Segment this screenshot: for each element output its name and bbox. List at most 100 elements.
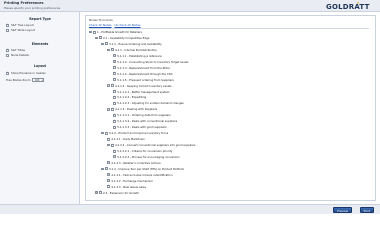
collapse-icon[interactable]: -: [95, 36, 98, 40]
tree-node[interactable]: - ✓ 3.1.2 - Product and Improve Inventory …: [101, 131, 168, 135]
layout-option[interactable]: ✓ Show filename in header: [6, 71, 46, 75]
collapse-icon[interactable]: -: [89, 30, 92, 34]
node-label: 4.1.2.2 - Convert conventional suppliers…: [114, 143, 196, 148]
tree-node[interactable]: - ✓ 1 - Profitable Growth for Retailers: [89, 30, 142, 34]
check-all-link[interactable]: Check All Nodes: [89, 23, 112, 27]
collapse-icon[interactable]: -: [101, 131, 104, 135]
node-label: 5.1.1.1 - Establishing a reference: [117, 53, 162, 58]
option-label: S&T Wide Layout: [11, 28, 35, 32]
node-label: 5.1.1.5 - Frequent ordering from Supplie…: [117, 77, 174, 82]
report-type-option[interactable]: ✓ S&T Tree Layout: [6, 23, 34, 27]
collapse-icon[interactable]: -: [107, 84, 110, 87]
radio-tree-layout[interactable]: ✓: [6, 23, 9, 27]
tree-node[interactable]: ✓ 5.1.2.2.1 - Criteria for conversion pri…: [113, 149, 172, 153]
zoom-select[interactable]: 100 ▾: [32, 78, 45, 82]
collapse-icon[interactable]: -: [107, 48, 110, 52]
tree-node[interactable]: - ✓ 4.1.1.3 - Dealing with Suppliers: [107, 107, 157, 111]
zoom-label: Tree Nodes Zoom: [6, 78, 31, 82]
elements-title: Elements: [31, 42, 49, 46]
tree-node[interactable]: - ✓ 4.1.1 - Internal Pull Distribution: [107, 48, 157, 52]
node-checkbox[interactable]: ✓: [113, 119, 116, 123]
checkbox-show-filename[interactable]: ✓: [6, 71, 9, 75]
checkbox-titles[interactable]: ✓: [6, 48, 9, 52]
collapse-icon[interactable]: -: [107, 108, 110, 111]
node-checkbox[interactable]: ✓: [104, 167, 108, 171]
node-checkbox[interactable]: ✓: [113, 101, 116, 105]
tree-node[interactable]: ✓ 5.1.1.2.2 - Expediting: [113, 95, 146, 99]
tree-node[interactable]: - ✓ 3.1.1 - Ensure Ordering and Availabili…: [101, 42, 162, 46]
node-checkbox[interactable]: ✓: [107, 185, 110, 189]
radio-wide-layout[interactable]: [6, 28, 9, 32]
preview-button[interactable]: Preview: [333, 207, 352, 213]
tree-node[interactable]: ✓ 5.1.1.2.3 - Adjusting for sudden demand…: [113, 101, 184, 105]
node-label: 4.1.2.1 - Daily Markdown: [111, 137, 145, 142]
node-checkbox[interactable]: ✓: [113, 54, 116, 58]
node-checkbox[interactable]: ✓: [113, 60, 116, 64]
node-label: 1 - Profitable Growth for Retailers: [96, 30, 142, 34]
option-label: Show filename in header: [11, 71, 46, 75]
tree-node[interactable]: ✓ 5.1.1.4 - Replenishment through the CDC: [113, 72, 173, 76]
elements-option[interactable]: ✓ S&T Titles: [6, 48, 25, 52]
node-checkbox[interactable]: ✓: [110, 143, 114, 147]
tree-node[interactable]: ✓ 4.1.3.3 - New issues sales: [107, 185, 146, 189]
tree-node[interactable]: ✓ 5.1.1.2.1 - Buffer management system: [113, 90, 169, 94]
tree-node[interactable]: ✓ 4.1.3.1 - Fast and slow movers indentif…: [107, 173, 172, 177]
report-type-title: Report Type: [29, 17, 51, 21]
main-panel: Nodes To Include Check All Nodes Uncheck…: [80, 12, 380, 204]
node-checkbox[interactable]: ✓: [104, 42, 108, 46]
node-checkbox[interactable]: ✓: [113, 90, 116, 93]
node-label: 5.1.1.3 - Replenishment from the RDCs: [117, 65, 170, 70]
tree-node[interactable]: ✓ 5.1.1.3 - Replenishment from the RDCs: [113, 66, 170, 70]
tree-node[interactable]: ✓ 5.1.1.2 - Connecting Stock to Inventory…: [113, 60, 189, 64]
tree-node[interactable]: ✓ 4.1.2.1 - Daily Markdown: [107, 137, 145, 141]
option-label: Node Details: [11, 53, 29, 57]
options-panel: Report Type ✓ S&T Tree Layout S&T Wide L…: [0, 12, 80, 204]
uncheck-all-link[interactable]: Uncheck All Nodes: [115, 23, 141, 27]
tree-node[interactable]: - ✓ 4.1.2.2 - Convert conventional supplie…: [107, 143, 195, 147]
expand-icon[interactable]: +: [95, 191, 98, 194]
node-checkbox[interactable]: ✓: [113, 113, 116, 117]
node-label: 2.2 - Expansion for Growth: [102, 190, 139, 195]
tree-node[interactable]: - ✓ 2.1 - Availability Competitive Edge: [95, 36, 149, 40]
tree-node[interactable]: ✓ 5.1.1.3.2 - Deals with conventional sup…: [113, 119, 177, 123]
node-checkbox[interactable]: ✓: [113, 149, 116, 153]
node-checkbox[interactable]: ✓: [107, 137, 110, 141]
tree-node[interactable]: ✓ 5.1.2.2.2 - Process for encouraging con…: [113, 155, 180, 159]
option-label: S&T Titles: [11, 48, 26, 52]
node-checkbox[interactable]: ✓: [113, 155, 116, 159]
node-checkbox[interactable]: ✓: [110, 107, 114, 111]
tree-node[interactable]: ✓ 4.1.2.3 - Retailer's corrective Actions: [107, 161, 161, 165]
tree-node[interactable]: ✓ 5.1.1.1 - Establishing a reference: [113, 54, 162, 58]
tree-node[interactable]: ✓ 5.1.1.5 - Frequent ordering from Suppli…: [113, 78, 174, 82]
node-checkbox[interactable]: ✓: [92, 30, 96, 34]
node-checkbox[interactable]: ✓: [113, 78, 116, 82]
node-checkbox[interactable]: ✓: [98, 191, 102, 195]
collapse-icon[interactable]: -: [101, 167, 104, 171]
tree-node[interactable]: + ✓ 2.2 - Expansion for Growth: [95, 191, 139, 195]
tree-node[interactable]: - ✓ 4.1.1.2 - Keeping Correct Inventory Le…: [107, 84, 172, 88]
tree-node[interactable]: ✓ 4.1.3.2 - Exchange mechanism: [107, 179, 153, 183]
tree-node[interactable]: - ✓ 3.1.2 - Improve Turn per Shelf (TPS) o…: [101, 167, 184, 171]
node-checkbox[interactable]: ✓: [107, 173, 110, 177]
collapse-icon[interactable]: -: [101, 42, 104, 46]
report-type-option[interactable]: S&T Wide Layout: [6, 28, 35, 32]
tree-node[interactable]: ✓ 5.1.1.3.3 - Deals with good suppliers: [113, 125, 166, 129]
tree-node[interactable]: ✓ 5.1.1.3.1 - Ordering data from supplier…: [113, 113, 171, 117]
node-checkbox[interactable]: ✓: [113, 66, 116, 70]
elements-option[interactable]: Node Details: [6, 53, 29, 57]
node-checkbox[interactable]: ✓: [110, 84, 114, 88]
checkbox-node-details[interactable]: [6, 53, 9, 57]
node-checkbox[interactable]: ✓: [113, 72, 116, 76]
node-checkbox[interactable]: ✓: [107, 179, 110, 183]
node-checkbox[interactable]: ✓: [110, 48, 114, 52]
collapse-icon[interactable]: -: [107, 143, 110, 147]
node-checkbox[interactable]: ✓: [104, 131, 108, 135]
print-button[interactable]: Print: [359, 207, 374, 213]
node-checkbox[interactable]: ✓: [98, 36, 102, 40]
node-label: 5.1.2.2.2 - Process for encouraging conv…: [117, 154, 180, 159]
footer-bar: Preview Print: [0, 204, 380, 214]
node-checkbox[interactable]: ✓: [113, 96, 116, 99]
node-checkbox[interactable]: ✓: [107, 161, 110, 165]
node-checkbox[interactable]: ✓: [113, 125, 116, 129]
nodes-title: Nodes To Include: [89, 18, 113, 22]
